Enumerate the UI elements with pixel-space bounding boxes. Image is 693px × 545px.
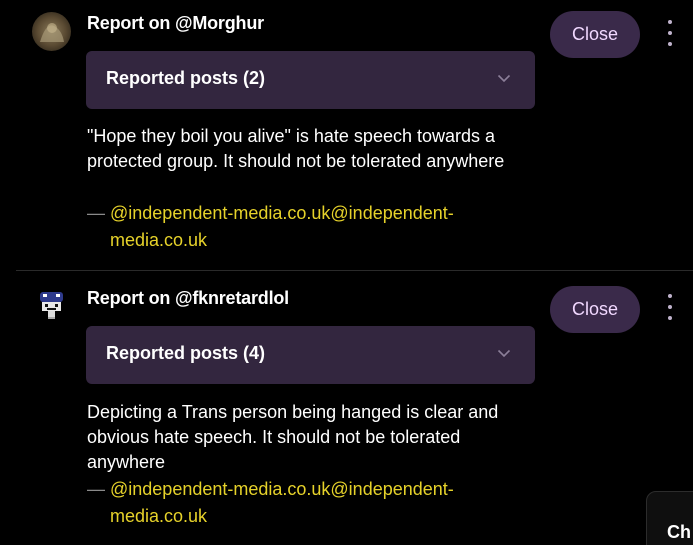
report-card: Report on @fknretardlol Close Reported p… — [0, 271, 693, 545]
avatar-image — [32, 12, 71, 51]
more-vertical-icon[interactable] — [660, 20, 680, 46]
reported-posts-accordion[interactable]: Reported posts (2) — [86, 51, 535, 109]
byline-dash: — — [87, 479, 105, 499]
report-reason-text: "Hope they boil you alive" is hate speec… — [87, 126, 505, 171]
reporter-handle-link[interactable]: @independent-media.co.uk@independent-med… — [110, 479, 454, 526]
close-report-button[interactable]: Close — [550, 11, 640, 58]
reported-posts-accordion[interactable]: Reported posts (4) — [86, 326, 535, 384]
corner-panel-label: Ch — [667, 522, 691, 542]
corner-panel[interactable]: Ch — [646, 491, 693, 545]
avatar-image — [32, 287, 71, 326]
close-report-button[interactable]: Close — [550, 286, 640, 333]
byline-dash: — — [87, 203, 105, 223]
chevron-down-icon — [497, 74, 511, 83]
report-reason-text: Depicting a Trans person being hanged is… — [87, 402, 499, 472]
reported-user-avatar[interactable] — [32, 12, 71, 51]
reported-posts-label: Reported posts (4) — [106, 343, 266, 363]
report-byline: — @independent-media.co.uk@independent-me… — [87, 200, 527, 254]
report-title: Report on @fknretardlol — [87, 288, 289, 308]
reported-posts-label: Reported posts (2) — [106, 68, 266, 88]
reporter-handle-link[interactable]: @independent-media.co.uk@independent-med… — [110, 203, 454, 250]
moderation-reports-page: Report on @Morghur Close Reported posts … — [0, 0, 693, 545]
report-byline: — @independent-media.co.uk@independent-me… — [87, 476, 527, 530]
reported-user-avatar[interactable] — [32, 287, 71, 326]
report-card: Report on @Morghur Close Reported posts … — [0, 0, 693, 270]
chevron-down-icon — [497, 349, 511, 358]
report-title: Report on @Morghur — [87, 13, 264, 33]
more-vertical-icon[interactable] — [660, 294, 680, 320]
